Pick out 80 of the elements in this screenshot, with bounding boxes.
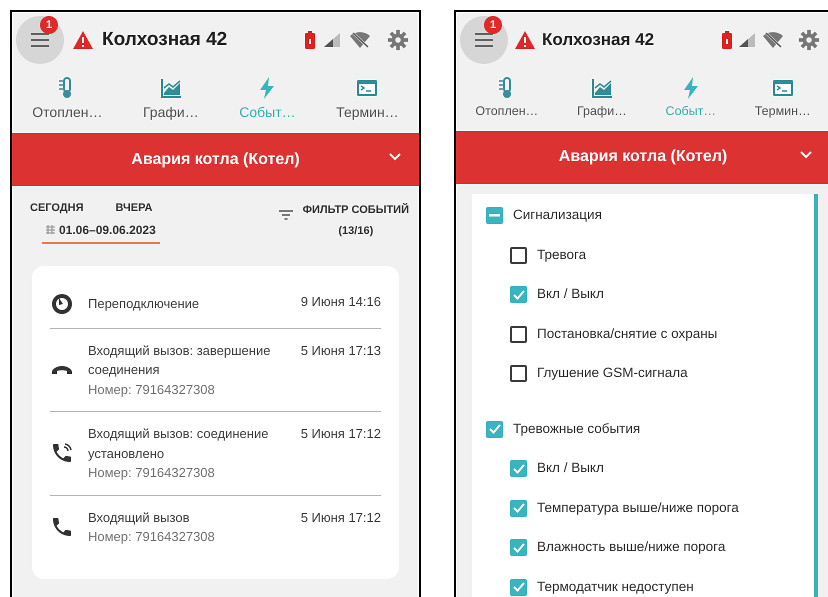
group-label: Тревожные события <box>513 420 640 438</box>
menu-icon <box>30 32 50 48</box>
menu-button[interactable]: 1 <box>16 16 64 64</box>
alarm-bar[interactable]: Авария котла (Котел) <box>456 130 828 184</box>
date-tab[interactable]: 01.06–09.06.2023 <box>42 220 160 244</box>
warning-icon <box>72 30 94 50</box>
event-time: 5 Июня 17:13 <box>300 342 381 360</box>
option-label: Температура выше/ниже порога <box>537 498 739 517</box>
event-title: Входящий вызов: завершение соединения <box>88 342 272 379</box>
checkbox[interactable] <box>510 365 527 382</box>
nav-tab[interactable]: Термин… <box>334 76 401 123</box>
menu-icon <box>474 32 494 48</box>
checkbox[interactable] <box>510 578 527 596</box>
settings-button[interactable] <box>798 28 820 52</box>
phone-icon <box>50 515 74 539</box>
battery-icon <box>305 31 315 49</box>
chevron-down-icon <box>800 150 812 159</box>
wifi-off-icon <box>349 31 371 49</box>
option-label: Постановка/снятие с охраны <box>537 324 718 343</box>
check-icon <box>512 542 524 552</box>
alarm-title: Авария котла (Котел) <box>131 150 300 170</box>
check-icon <box>512 290 524 300</box>
signal-icon <box>323 32 341 48</box>
option-label: Вкл / Выкл <box>537 285 604 304</box>
nav-tab[interactable]: Отоплен… <box>473 76 540 121</box>
event-time: 5 Июня 17:12 <box>300 508 381 526</box>
minus-icon <box>489 214 500 217</box>
checkbox[interactable] <box>510 326 527 342</box>
wifi-off-icon <box>762 31 784 49</box>
check-icon <box>512 503 524 513</box>
nav-tab[interactable]: Графи… <box>574 76 629 121</box>
event-title: Входящий вызов <box>88 508 190 527</box>
option-label: Тревога <box>537 246 586 264</box>
settings-icon <box>387 28 409 51</box>
phone-number: Номер: 79164327308 <box>88 528 216 546</box>
checkbox[interactable] <box>486 420 503 438</box>
check-icon <box>488 424 500 434</box>
date-tab[interactable]: СЕГОДНЯ <box>26 200 88 216</box>
check-icon <box>512 464 524 474</box>
notification-badge: 1 <box>40 16 58 34</box>
settings-button[interactable] <box>387 28 409 52</box>
reconnect-icon <box>50 292 74 316</box>
settings-icon <box>798 28 820 51</box>
group-label: Сигнализация <box>513 206 602 224</box>
checkbox[interactable] <box>510 246 527 264</box>
line-chart-icon <box>158 76 183 100</box>
warning-icon <box>514 30 536 50</box>
checkbox[interactable] <box>510 460 527 477</box>
date-tab[interactable]: ВЧЕРА <box>111 200 156 216</box>
phone-number: Номер: 79164327308 <box>88 464 216 482</box>
device-title: Колхозная 42 <box>102 28 228 52</box>
nav-tab[interactable]: Отоплен… <box>30 76 104 123</box>
filter-button[interactable]: ФИЛЬТР СОБЫТИЙ (13/16) <box>278 200 409 244</box>
checkbox[interactable] <box>510 539 527 556</box>
menu-button[interactable]: 1 <box>460 16 508 64</box>
event-time: 9 Июня 14:16 <box>300 292 381 310</box>
phone-hangup-icon <box>50 364 74 375</box>
alarm-bar[interactable]: Авария котла (Котел) <box>12 133 419 186</box>
check-icon <box>512 582 524 592</box>
battery-icon <box>722 31 732 49</box>
checkbox[interactable] <box>510 286 527 303</box>
device-title: Колхозная 42 <box>542 29 656 52</box>
option-label: Вкл / Выкл <box>537 459 604 478</box>
chevron-down-icon <box>389 153 401 161</box>
alarm-title: Авария котла (Котел) <box>558 147 728 168</box>
phone-number: Номер: 79164327308 <box>88 380 216 399</box>
checkbox[interactable] <box>510 500 527 516</box>
filter-icon <box>278 210 293 220</box>
event-title: Входящий вызов: соединение установлено <box>88 425 270 463</box>
signal-icon <box>738 32 756 48</box>
notification-badge: 1 <box>484 16 502 34</box>
event-title: Переподключение <box>88 294 200 313</box>
line-chart-icon <box>590 76 614 100</box>
checkbox[interactable] <box>486 207 503 224</box>
option-label: Влажность выше/ниже порога <box>537 538 726 556</box>
nav-tab[interactable]: Графи… <box>141 76 201 123</box>
event-time: 5 Июня 17:12 <box>300 425 381 443</box>
option-label: Термодатчик недоступен <box>537 578 694 596</box>
option-label: Глушение GSM-сигнала <box>537 364 688 382</box>
nav-tab[interactable]: Термин… <box>752 76 813 121</box>
